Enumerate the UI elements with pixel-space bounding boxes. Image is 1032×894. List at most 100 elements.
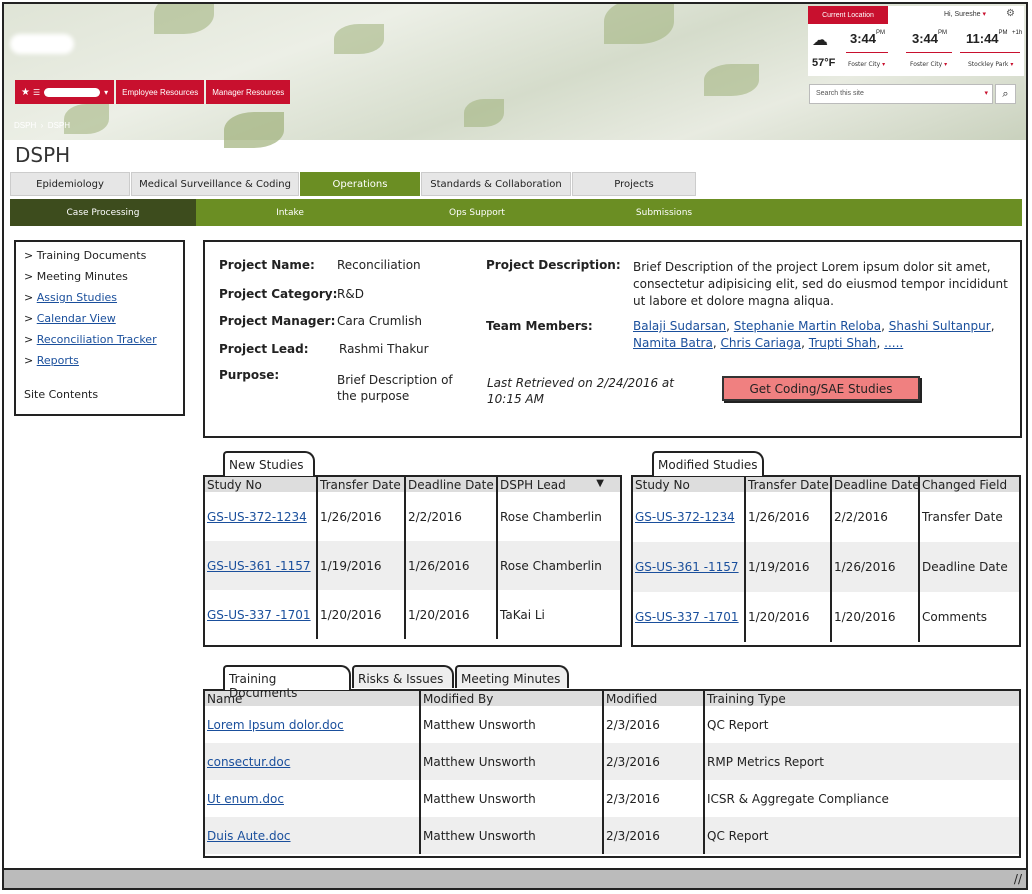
table-row[interactable]: GS-US-361 -1157 1/19/2016 1/26/2016 Rose… — [205, 541, 620, 590]
sidebar-item-label[interactable]: Reconciliation Tracker — [37, 333, 157, 346]
chevron-down-icon: ▾ — [882, 61, 886, 68]
gear-icon[interactable]: ⚙ — [1006, 8, 1015, 19]
table-row[interactable]: Duis Aute.doc Matthew Unsworth 2/3/2016 … — [205, 817, 1019, 854]
document-link[interactable]: consectur.doc — [207, 755, 290, 769]
user-greeting[interactable]: Hi, Sureshe ▾ — [944, 10, 986, 18]
tab-medical-surveillance[interactable]: Medical Surveillance & Coding — [131, 172, 299, 196]
tab-epidemiology[interactable]: Epidemiology — [10, 172, 130, 196]
sidebar-item-assign-studies[interactable]: > Assign Studies — [24, 287, 175, 308]
table-row[interactable]: Lorem Ipsum dolor.doc Matthew Unsworth 2… — [205, 706, 1019, 743]
column-header[interactable]: Modified — [603, 691, 705, 706]
sidebar-item-training-documents[interactable]: > Training Documents — [24, 245, 175, 266]
subnav-case-processing[interactable]: Case Processing — [10, 199, 196, 226]
clock-location-2[interactable]: Foster City ▾ — [910, 61, 947, 68]
subnav-submissions[interactable]: Submissions — [570, 199, 758, 226]
document-link[interactable]: Lorem Ipsum dolor.doc — [207, 718, 344, 732]
team-member-link[interactable]: Namita Batra — [633, 336, 713, 350]
documents-grid: Name Modified By Modified Training Type … — [203, 689, 1021, 858]
column-header[interactable]: Deadline Date — [405, 477, 498, 492]
table-row[interactable]: GS-US-337 -1701 1/20/2016 1/20/2016 Comm… — [633, 592, 1019, 642]
sidebar-item-reports[interactable]: > Reports — [24, 350, 175, 371]
resize-grip-icon[interactable]: // — [1014, 872, 1022, 886]
column-header[interactable]: Study No — [633, 477, 746, 492]
table-cell: QC Report — [707, 717, 769, 732]
sidebar-item-label[interactable]: Reports — [37, 354, 79, 367]
table-row[interactable]: GS-US-372-1234 1/26/2016 2/2/2016 Transf… — [633, 492, 1019, 542]
study-link[interactable]: GS-US-361 -1157 — [635, 560, 739, 574]
team-member-link[interactable]: Chris Cariaga — [720, 336, 801, 350]
get-coding-sae-studies-button[interactable]: Get Coding/SAE Studies — [722, 376, 920, 401]
team-member-link[interactable]: Balaji Sudarsan — [633, 319, 726, 333]
menu-icon: ☰ — [32, 87, 41, 97]
table-row[interactable]: GS-US-337 -1701 1/20/2016 1/20/2016 TaKa… — [205, 590, 620, 639]
project-lead-value: Rashmi Thakur — [339, 342, 429, 356]
search-input[interactable]: Search this site ▾ — [809, 84, 993, 104]
tab-risks-issues[interactable]: Risks & Issues — [352, 665, 454, 688]
home-menu-button[interactable]: ★ ☰ ▾ — [15, 80, 115, 104]
company-logo[interactable] — [10, 34, 74, 54]
table-cell: 2/2/2016 — [405, 492, 498, 541]
team-members-list: Balaji Sudarsan, Stephanie Martin Reloba… — [633, 319, 995, 350]
study-link[interactable]: GS-US-337 -1701 — [635, 610, 739, 624]
sidebar-item-label[interactable]: Calendar View — [37, 312, 116, 325]
column-header[interactable]: Modified By — [420, 691, 604, 706]
column-header[interactable]: Training Type — [704, 691, 1019, 706]
tab-operations[interactable]: Operations — [300, 172, 420, 196]
column-header[interactable]: Study No — [205, 477, 318, 492]
top-tabs: Epidemiology Medical Surveillance & Codi… — [10, 172, 697, 196]
table-cell: 1/26/2016 — [745, 492, 832, 542]
tab-meeting-minutes[interactable]: Meeting Minutes — [455, 665, 569, 688]
team-members-label: Team Members: — [486, 319, 593, 333]
table-row[interactable]: GS-US-361 -1157 1/19/2016 1/26/2016 Dead… — [633, 542, 1019, 592]
clock-location-1[interactable]: Foster City ▾ — [848, 61, 885, 68]
nav-employee-resources[interactable]: Employee Resources — [116, 80, 205, 104]
sidebar-item-label[interactable]: Assign Studies — [37, 291, 117, 304]
team-member-link[interactable]: Stephanie Martin Reloba — [734, 319, 881, 333]
team-member-link[interactable]: Shashi Sultanpur — [889, 319, 991, 333]
tab-new-studies[interactable]: New Studies — [223, 451, 315, 476]
chevron-down-icon[interactable]: ▾ — [984, 89, 988, 97]
column-header[interactable]: Deadline Date — [831, 477, 920, 492]
column-header-dsph-lead[interactable]: DSPH Lead ▼ — [497, 477, 620, 492]
column-header[interactable]: Transfer Date — [317, 477, 406, 492]
current-location-button[interactable]: Current Location — [808, 6, 888, 24]
tab-modified-studies[interactable]: Modified Studies — [652, 451, 764, 476]
tab-projects[interactable]: Projects — [572, 172, 696, 196]
table-cell: 1/20/2016 — [317, 590, 406, 639]
sidebar-item-calendar-view[interactable]: > Calendar View — [24, 308, 175, 329]
nav-manager-resources[interactable]: Manager Resources — [206, 80, 291, 104]
document-link[interactable]: Duis Aute.doc — [207, 829, 291, 843]
sort-down-icon[interactable]: ▼ — [596, 478, 604, 489]
subnav-ops-support[interactable]: Ops Support — [384, 199, 570, 226]
column-header[interactable]: Transfer Date — [745, 477, 832, 492]
column-header[interactable]: Changed Field — [919, 477, 1019, 492]
tab-training-documents[interactable]: Training Documents — [223, 665, 351, 700]
study-link[interactable]: GS-US-372-1234 — [635, 510, 735, 524]
table-row[interactable]: GS-US-372-1234 1/26/2016 2/2/2016 Rose C… — [205, 492, 620, 541]
status-bar: // — [4, 868, 1026, 888]
table-row[interactable]: Ut enum.doc Matthew Unsworth 2/3/2016 IC… — [205, 780, 1019, 817]
project-name-value: Reconciliation — [337, 258, 421, 272]
sidebar-item-reconciliation-tracker[interactable]: > Reconciliation Tracker — [24, 329, 175, 350]
more-team-members-link[interactable]: ..... — [884, 336, 903, 350]
study-link[interactable]: GS-US-337 -1701 — [207, 608, 311, 622]
search-placeholder: Search this site — [816, 90, 864, 97]
clock-ampm: PM — [998, 30, 1008, 36]
breadcrumb-item[interactable]: DSPH — [14, 121, 36, 130]
table-header-row: Name Modified By Modified Training Type — [205, 691, 1019, 706]
study-link[interactable]: GS-US-361 -1157 — [207, 559, 311, 573]
breadcrumb-item[interactable]: DSPH — [48, 121, 70, 130]
table-row[interactable]: consectur.doc Matthew Unsworth 2/3/2016 … — [205, 743, 1019, 780]
clock-ampm: PM — [938, 30, 948, 36]
search-icon[interactable]: ⌕ — [995, 84, 1016, 104]
document-link[interactable]: Ut enum.doc — [207, 792, 284, 806]
sidebar-item-meeting-minutes[interactable]: > Meeting Minutes — [24, 266, 175, 287]
tab-standards[interactable]: Standards & Collaboration — [421, 172, 571, 196]
clock-location-3[interactable]: Stockley Park ▾ — [968, 61, 1013, 68]
table-cell: 1/20/2016 — [831, 592, 920, 642]
site-contents-link[interactable]: Site Contents — [24, 384, 175, 405]
subnav-intake[interactable]: Intake — [196, 199, 384, 226]
table-cell: RMP Metrics Report — [704, 743, 1019, 780]
team-member-link[interactable]: Trupti Shah — [809, 336, 877, 350]
study-link[interactable]: GS-US-372-1234 — [207, 510, 307, 524]
